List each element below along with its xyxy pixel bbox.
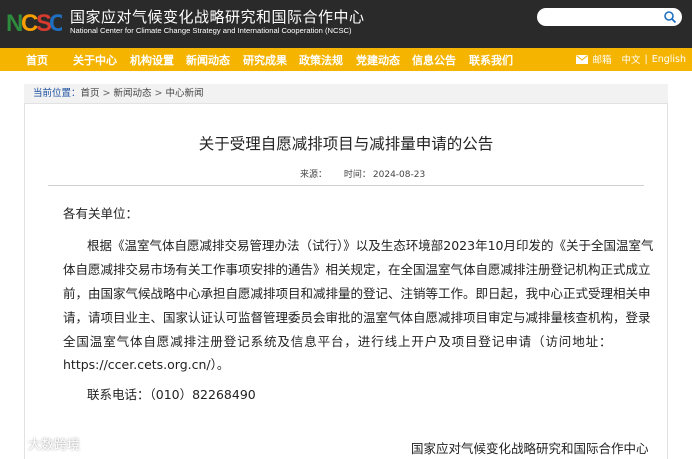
mail-icon[interactable] [576,54,589,64]
org-name-cn: 国家应对气候变化战略研究和国际合作中心 [70,8,365,26]
nav-item-home[interactable]: 首页 [26,52,48,68]
breadcrumb-center-news[interactable]: 中心新闻 [165,88,203,99]
nav-item-party[interactable]: 党建动态 [356,52,400,68]
article-date: 2024-08-23 [372,170,426,180]
breadcrumb: 当前位置：首页 > 新闻动态 > 中心新闻 [24,84,668,104]
article-salutation: 各有关单位： [63,206,139,221]
breadcrumb-home[interactable]: 首页 [81,88,100,99]
nav-item-news[interactable]: 新闻动态 [186,52,230,68]
article-body-line: 全国温室气体自愿减排注册登记系统及信息平台，进行线上开户及项目登记申请（访问地址… [63,334,613,349]
article-body-line: 前，由国家气候战略中心承担自愿减排项目和减排量的登记、注销等工作。即日起，我中心… [63,286,651,301]
org-name-en: National Center for Climate Change Strat… [70,26,352,35]
watermark-icon [6,437,24,450]
article-body-line: 请，请项目业主、国家认证认可监督管理委员会审批的温室气体自愿减排项目审定与减排量… [63,310,651,325]
title-divider [48,185,644,186]
svg-text:C: C [49,10,62,37]
nav-item-policy[interactable]: 政策法规 [299,52,343,68]
nav-item-notices[interactable]: 信息公告 [412,52,456,68]
breadcrumb-label: 当前位置： [33,88,81,99]
article-signature: 国家应对气候变化战略研究和国际合作中心 [411,441,649,456]
lang-separator: | [644,53,648,65]
breadcrumb-separator: > [154,88,163,99]
mail-link[interactable]: 邮箱 [592,52,611,66]
article-container [24,104,668,459]
search-box [537,8,682,26]
article-time-label: 时间： [343,170,371,180]
nav-item-research[interactable]: 研究成果 [243,52,287,68]
breadcrumb-separator: > [102,88,111,99]
nav-item-organization[interactable]: 机构设置 [130,52,174,68]
lang-en-link[interactable]: English [652,54,686,65]
nav-item-contact[interactable]: 联系我们 [469,52,513,68]
site-header: N C S C 国家应对气候变化战略研究和国际合作中心 National Cen… [0,0,692,48]
search-input[interactable] [545,9,657,25]
breadcrumb-news[interactable]: 新闻动态 [114,88,152,99]
article-contact: 联系电话：（010）82268490 [87,387,256,402]
article-title: 关于受理自愿减排项目与减排量申请的公告 [198,135,494,153]
nav-item-about[interactable]: 关于中心 [73,52,117,68]
lang-cn-link[interactable]: 中文 [621,52,640,66]
article-body-line: https://ccer.cets.org.cn/）。 [63,357,230,372]
search-icon[interactable] [663,10,677,24]
ncsc-logo[interactable]: N C S C [6,7,62,37]
main-nav: 首页 关于中心 机构设置 新闻动态 研究成果 政策法规 党建动态 信息公告 联系… [0,48,692,71]
article-body-line: 根据《温室气体自愿减排交易管理办法（试行）》以及生态环境部2023年10月印发的… [87,238,654,253]
nav-utility: 邮箱 中文 | English [576,52,686,66]
article-meta: 来源： 时间： 2024-08-23 [300,167,439,180]
watermark: 大数跨境 [6,434,80,453]
article-body-line: 体自愿减排交易市场有关工作事项安排的通告》相关规定，在全国温室气体自愿减排注册登… [63,262,651,277]
article-source: 来源： [300,170,328,180]
watermark-text: 大数跨境 [28,438,81,453]
